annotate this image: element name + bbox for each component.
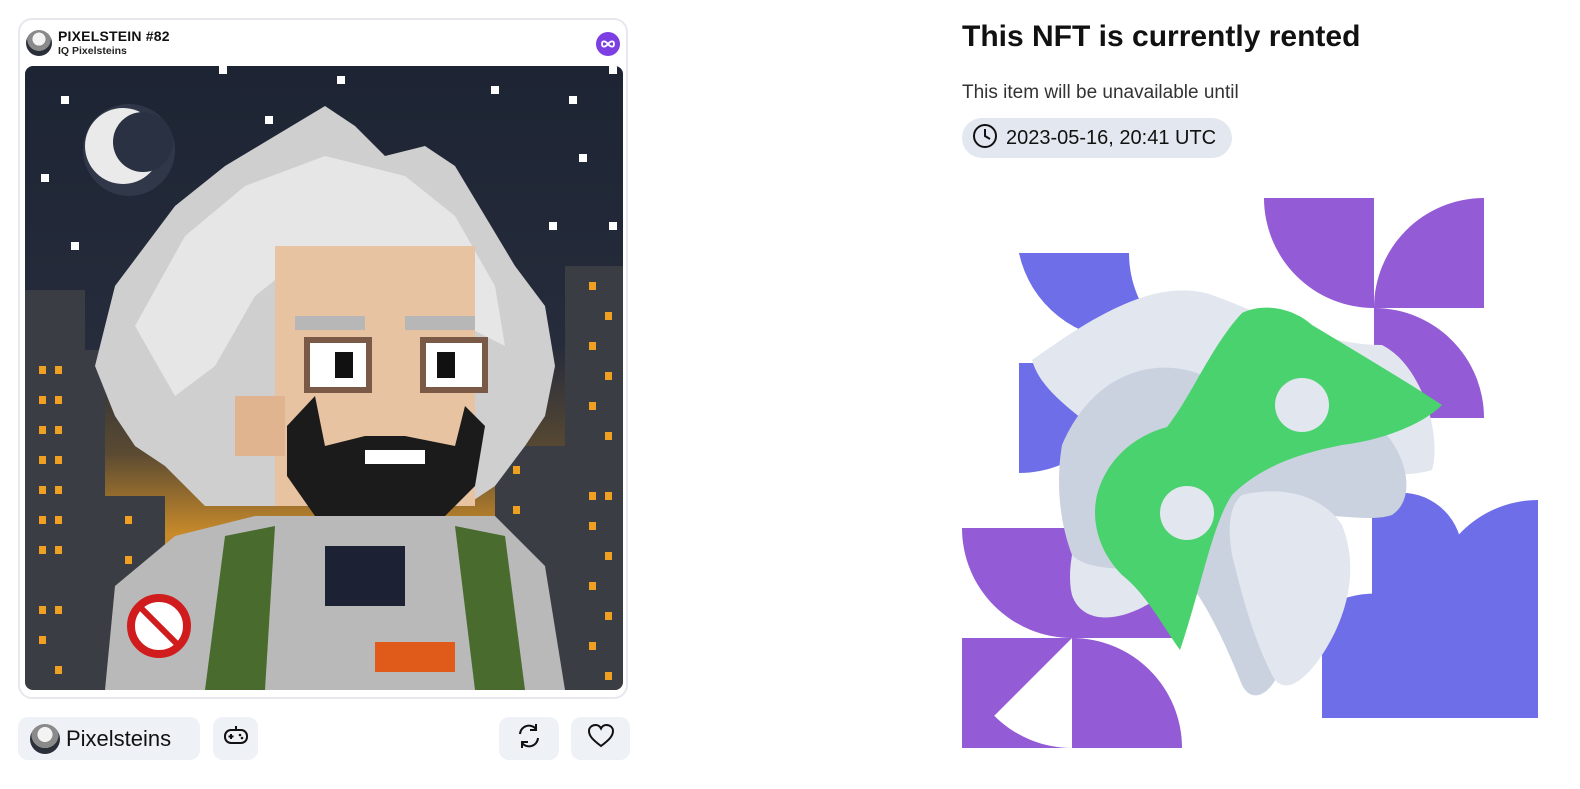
refresh-button[interactable] <box>499 717 559 760</box>
gamepad-icon <box>223 725 249 752</box>
polygon-icon <box>596 32 620 56</box>
clock-icon <box>972 123 998 154</box>
favorite-button[interactable] <box>571 717 630 760</box>
collection-button[interactable]: Pixelsteins <box>18 717 200 760</box>
rental-until-date: 2023-05-16, 20:41 UTC <box>1006 126 1217 149</box>
rented-illustration <box>962 195 1540 755</box>
heart-icon <box>587 723 615 754</box>
collection-avatar <box>26 30 52 56</box>
collection-button-label: Pixelsteins <box>66 725 172 751</box>
nft-title: PIXELSTEIN #82 <box>58 28 170 44</box>
rental-until-badge: 2023-05-16, 20:41 UTC <box>962 118 1232 158</box>
collection-avatar <box>30 723 60 754</box>
game-button[interactable] <box>213 717 258 760</box>
nft-image[interactable] <box>25 66 623 690</box>
rental-subtext: This item will be unavailable until <box>962 82 1239 103</box>
rental-headline: This NFT is currently rented <box>962 20 1361 53</box>
nft-card[interactable]: PIXELSTEIN #82 IQ Pixelsteins <box>18 18 628 699</box>
refresh-icon <box>515 722 543 755</box>
nft-collection-name[interactable]: IQ Pixelsteins <box>58 45 127 57</box>
card-header: PIXELSTEIN #82 IQ Pixelsteins <box>26 28 620 60</box>
